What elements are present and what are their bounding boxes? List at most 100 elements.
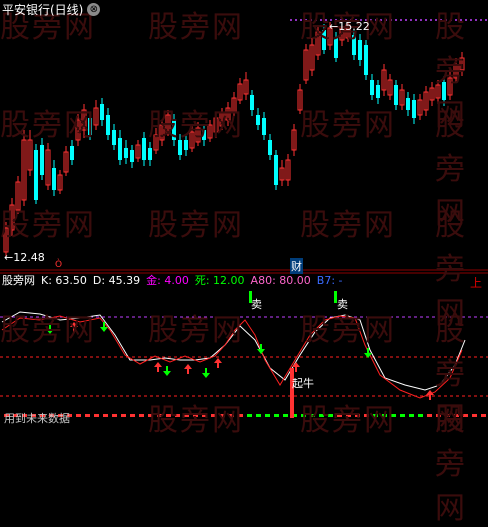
indicator-name[interactable]: 股旁网 bbox=[2, 272, 35, 288]
candle-body bbox=[130, 150, 134, 162]
gold-value: 4.00 bbox=[164, 274, 189, 287]
candle-body bbox=[70, 146, 74, 160]
signal-arrows bbox=[46, 291, 434, 400]
signal-dash bbox=[229, 414, 234, 417]
signal-dash bbox=[85, 414, 90, 417]
candle-body bbox=[394, 85, 398, 105]
signal-dash bbox=[427, 414, 432, 417]
signal-dash bbox=[346, 414, 351, 417]
candle-body bbox=[184, 140, 188, 150]
sell-label: 卖 bbox=[251, 298, 262, 311]
candle-body bbox=[334, 38, 338, 58]
signal-dash bbox=[391, 414, 396, 417]
signal-dash bbox=[328, 414, 333, 417]
candle-body bbox=[352, 35, 356, 55]
candle-body bbox=[406, 98, 410, 110]
candle-body bbox=[364, 45, 368, 75]
signal-dash bbox=[472, 414, 477, 417]
signal-dash bbox=[76, 414, 81, 417]
candle-body bbox=[178, 140, 182, 155]
sell-arrow-icon bbox=[163, 366, 171, 376]
signal-dash bbox=[454, 414, 459, 417]
candle-body bbox=[106, 115, 110, 135]
candle-body bbox=[52, 168, 56, 190]
candle-body bbox=[100, 104, 104, 120]
k-label: K: 63.50 bbox=[41, 273, 87, 287]
sell-arrow-icon bbox=[46, 324, 54, 334]
signal-dash bbox=[121, 414, 126, 417]
a80-label: A80: 80.00 bbox=[250, 273, 311, 287]
candle-body bbox=[88, 118, 92, 135]
candle-body bbox=[142, 138, 146, 160]
candle-body bbox=[262, 118, 266, 135]
signal-dash bbox=[373, 414, 378, 417]
signal-dash bbox=[463, 414, 468, 417]
signal-dash bbox=[283, 414, 288, 417]
sell-arrow-icon bbox=[202, 368, 210, 378]
signal-dash bbox=[274, 414, 279, 417]
high-price-label: ←15.22 bbox=[329, 20, 370, 33]
signal-dash bbox=[220, 414, 225, 417]
signal-dash bbox=[256, 414, 261, 417]
signal-dash bbox=[202, 414, 207, 417]
signal-dash bbox=[157, 414, 162, 417]
buy-arrow-icon bbox=[214, 358, 222, 368]
signal-dash bbox=[139, 414, 144, 417]
low-price-label: ←12.48 bbox=[4, 251, 45, 264]
candle-body bbox=[112, 130, 116, 145]
candle-body bbox=[442, 82, 446, 100]
signal-dash bbox=[193, 414, 198, 417]
candle-body bbox=[322, 30, 326, 50]
candle-body bbox=[274, 155, 278, 185]
signal-dash bbox=[418, 414, 423, 417]
indicator-legend: 股旁网 K: 63.50 D: 45.39 金: 4.00 死: 12.00 A… bbox=[0, 272, 343, 288]
candle-body bbox=[40, 145, 44, 175]
panel-up-arrow[interactable]: 上 bbox=[470, 274, 482, 291]
close-icon[interactable]: ⊗ bbox=[87, 2, 101, 16]
dead-value: 12.00 bbox=[213, 274, 245, 287]
candle-body bbox=[148, 148, 152, 160]
signal-dash bbox=[337, 414, 342, 417]
signal-dash bbox=[184, 414, 189, 417]
b7-value: - bbox=[338, 273, 343, 287]
d-value: 45.39 bbox=[108, 273, 141, 287]
candle-body bbox=[358, 40, 362, 60]
dead-label: 死: 12.00 bbox=[194, 274, 245, 287]
price-chart bbox=[0, 19, 488, 418]
signal-dash bbox=[130, 414, 135, 417]
candle-body bbox=[34, 150, 38, 200]
signal-dash bbox=[301, 414, 306, 417]
signal-dash bbox=[382, 414, 387, 417]
buy-arrow-icon bbox=[154, 362, 162, 372]
buy-arrow-icon bbox=[184, 364, 192, 374]
signal-bar bbox=[4, 368, 486, 418]
chart-title: 平安银行(日线) bbox=[2, 2, 84, 17]
b7-label: B7: - bbox=[316, 273, 343, 287]
signal-dash bbox=[247, 414, 252, 417]
signal-dash bbox=[364, 414, 369, 417]
signal-dash bbox=[310, 414, 315, 417]
gold-label: 金: 4.00 bbox=[146, 274, 189, 287]
signal-dash bbox=[103, 414, 108, 417]
signal-dash bbox=[445, 414, 450, 417]
signal-dash bbox=[166, 414, 171, 417]
signal-dash bbox=[211, 414, 216, 417]
k-line bbox=[1, 315, 463, 399]
signal-dash bbox=[175, 414, 180, 417]
a80-value: 80.00 bbox=[279, 273, 311, 287]
signal-dash bbox=[409, 414, 414, 417]
candle-body bbox=[202, 130, 206, 140]
candle-body bbox=[370, 80, 374, 95]
signal-dash bbox=[238, 414, 243, 417]
event-marker-small[interactable]: Ò bbox=[55, 260, 62, 270]
footer-note: 用到未来数据 bbox=[4, 412, 70, 425]
signal-dash bbox=[400, 414, 405, 417]
signal-dash bbox=[112, 414, 117, 417]
candle-body bbox=[250, 95, 254, 110]
signal-dash bbox=[319, 414, 324, 417]
signal-dash bbox=[94, 414, 99, 417]
candle-body bbox=[256, 115, 260, 125]
signal-dash bbox=[481, 414, 486, 417]
signal-dash bbox=[265, 414, 270, 417]
candle-body bbox=[118, 138, 122, 160]
